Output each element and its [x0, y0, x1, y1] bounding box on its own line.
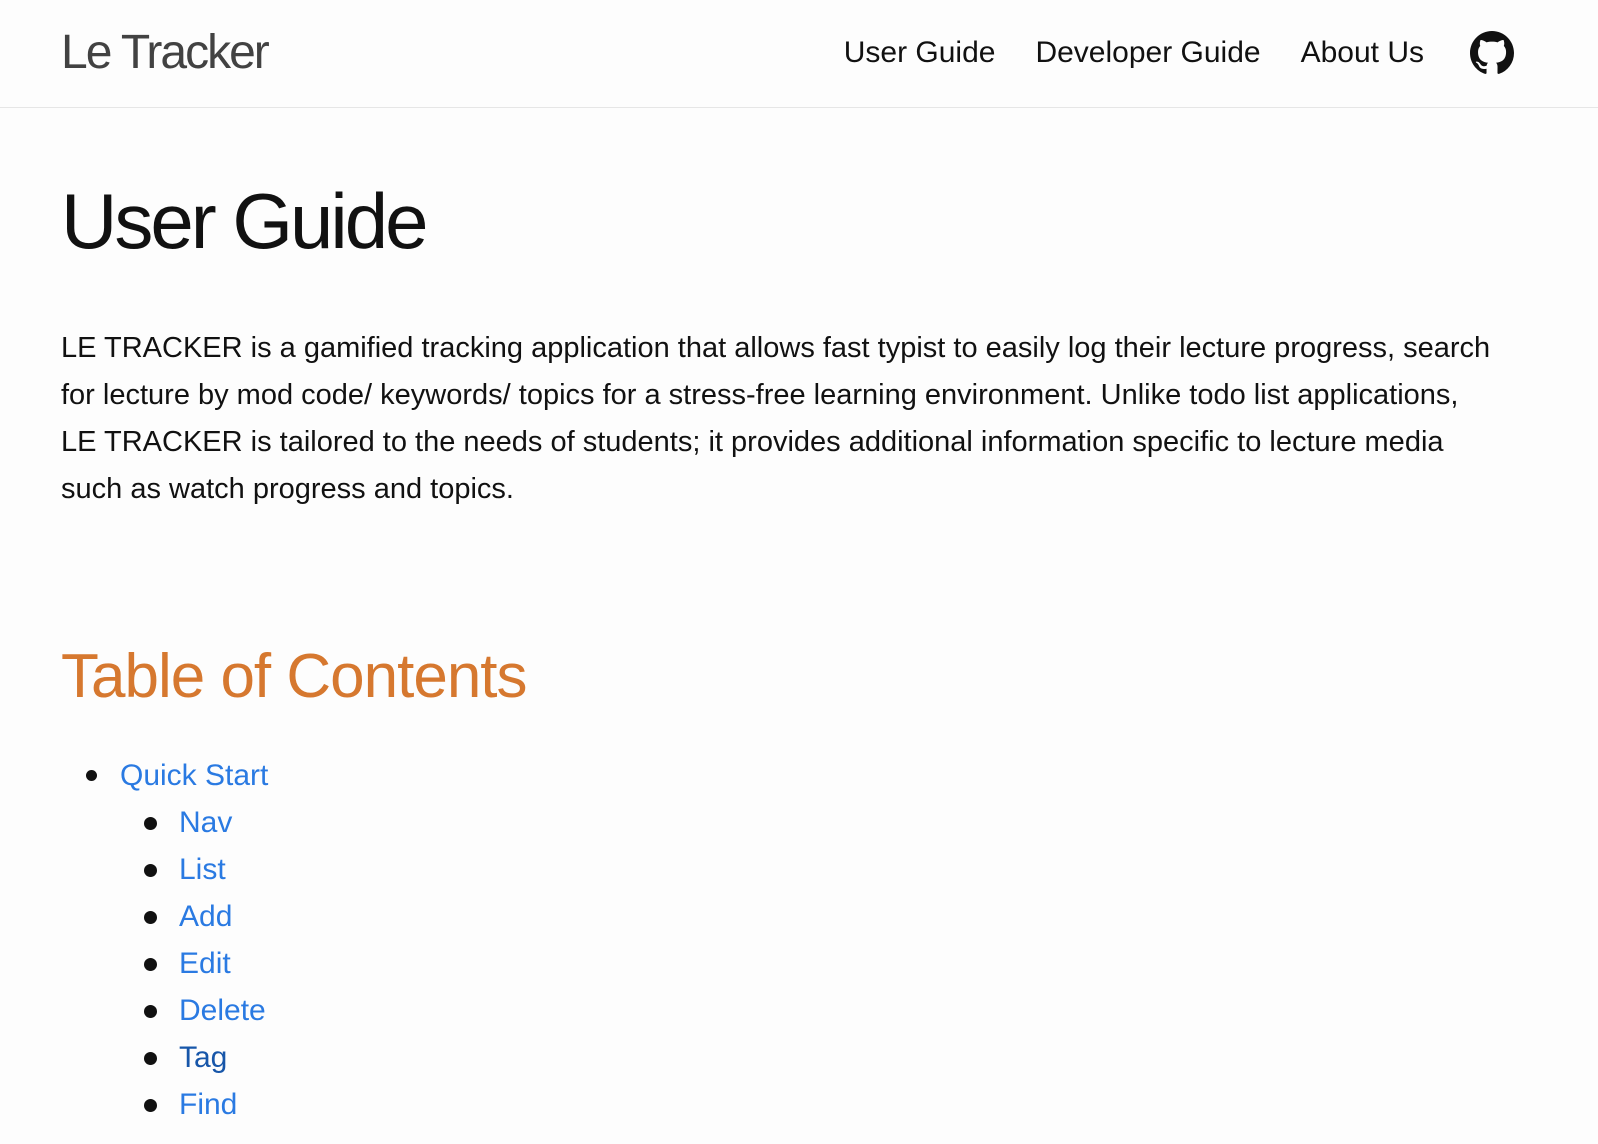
toc-link-tag[interactable]: Tag — [179, 1041, 227, 1074]
toc-subitem-tag: Tag — [120, 1034, 268, 1081]
toc-subitem-edit: Edit — [120, 940, 268, 987]
top-nav: User Guide Developer Guide About Us — [844, 0, 1598, 106]
toc-link-quick-start[interactable]: Quick Start — [120, 759, 268, 792]
toc-link-find[interactable]: Find — [179, 1088, 237, 1121]
bullet-circle — [144, 1005, 157, 1018]
toc-subitem-delete: Delete — [120, 987, 268, 1034]
toc-subitem-list: List — [120, 846, 268, 893]
bullet-circle — [144, 958, 157, 971]
site-header: Le Tracker User Guide Developer Guide Ab… — [0, 0, 1598, 108]
bullet-circle — [144, 817, 157, 830]
github-link[interactable] — [1470, 31, 1598, 75]
page-title: User Guide — [61, 177, 428, 265]
site-title-link[interactable]: Le Tracker — [61, 24, 270, 82]
toc-link-list[interactable]: List — [179, 853, 226, 886]
toc-sublist: Nav List Add Edit Delete Tag Find — [120, 799, 268, 1128]
nav-about-us[interactable]: About Us — [1301, 35, 1424, 71]
toc-link-edit[interactable]: Edit — [179, 947, 231, 980]
intro-paragraph: LE TRACKER is a gamified tracking applic… — [61, 332, 1491, 505]
toc-link-nav[interactable]: Nav — [179, 806, 232, 839]
github-icon — [1470, 31, 1514, 74]
table-of-contents: Quick Start Nav List Add Edit Delete Tag… — [61, 752, 268, 1128]
toc-item-quick-start: Quick Start Nav List Add Edit Delete Tag… — [61, 752, 268, 1128]
toc-subitem-add: Add — [120, 893, 268, 940]
bullet-circle — [144, 1099, 157, 1112]
bullet-circle — [144, 864, 157, 877]
toc-subitem-find: Find — [120, 1081, 268, 1128]
toc-link-add[interactable]: Add — [179, 900, 232, 933]
nav-user-guide[interactable]: User Guide — [844, 35, 996, 71]
bullet-circle — [144, 911, 157, 924]
toc-link-delete[interactable]: Delete — [179, 994, 266, 1027]
bullet-circle — [144, 1052, 157, 1065]
nav-developer-guide[interactable]: Developer Guide — [1035, 35, 1260, 71]
bullet-disc — [86, 770, 97, 781]
toc-heading: Table of Contents — [61, 642, 528, 711]
toc-subitem-nav: Nav — [120, 799, 268, 846]
